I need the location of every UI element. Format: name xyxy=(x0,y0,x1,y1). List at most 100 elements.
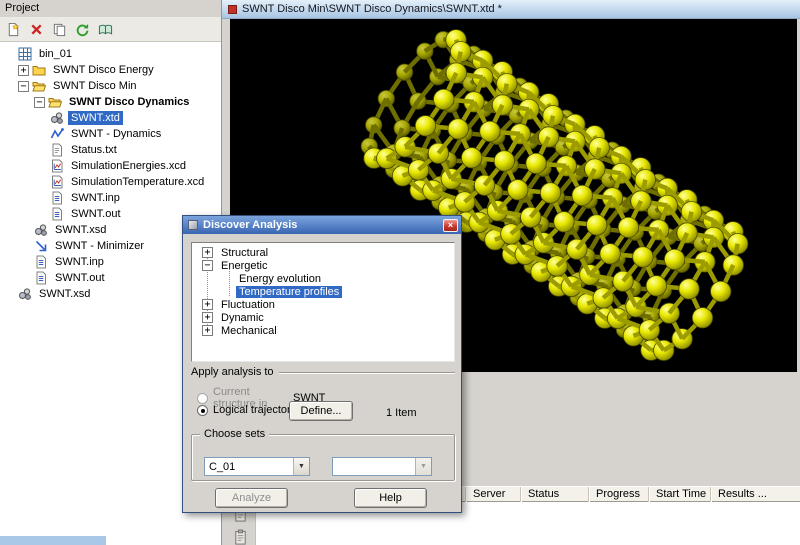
item-label: SWNT Disco Energy xyxy=(53,64,154,76)
project-panel-title: Project xyxy=(0,0,221,17)
clipboard-button[interactable] xyxy=(230,527,250,545)
library-icon[interactable] xyxy=(95,19,116,39)
project-item-bin-01[interactable]: bin_01 xyxy=(0,46,220,62)
item-label: SWNT.out xyxy=(71,208,121,220)
item-label: Dynamic xyxy=(221,311,264,324)
viewer-titlebar[interactable]: SWNT Disco Min\SWNT Disco Dynamics\SWNT.… xyxy=(222,0,800,19)
close-icon[interactable]: × xyxy=(443,218,458,232)
divider xyxy=(278,372,455,374)
project-item-swnt-inp[interactable]: SWNT.inp xyxy=(0,190,220,206)
molecule-icon xyxy=(50,111,64,125)
inp-icon xyxy=(34,271,48,285)
refresh-icon[interactable] xyxy=(72,19,93,39)
project-item-swnt-disco-min[interactable]: − SWNT Disco Min xyxy=(0,78,220,94)
new-document-icon[interactable] xyxy=(3,19,24,39)
delete-icon[interactable] xyxy=(26,19,47,39)
viewer-title: SWNT Disco Min\SWNT Disco Dynamics\SWNT.… xyxy=(242,3,502,15)
folder-open-icon xyxy=(48,95,62,109)
inp-icon xyxy=(50,191,64,205)
project-item-swnt-disco-energy[interactable]: + SWNT Disco Energy xyxy=(0,62,220,78)
jobs-column-server[interactable]: Server xyxy=(465,487,520,502)
item-label: Mechanical xyxy=(221,324,277,337)
project-item-simulationtemperature-xcd[interactable]: SimulationTemperature.xcd xyxy=(0,174,220,190)
item-label: SWNT.inp xyxy=(55,256,104,268)
choose-sets-group: Choose sets C_01 ▼ ▼ xyxy=(191,428,455,481)
item-label: Energetic xyxy=(221,259,268,272)
collapse-icon[interactable]: − xyxy=(202,260,213,271)
item-label: SWNT - Minimizer xyxy=(55,240,145,252)
apply-analysis-section-label: Apply analysis to xyxy=(191,366,455,378)
help-button[interactable]: Help xyxy=(354,488,427,508)
project-item-simulationenergies-xcd[interactable]: SimulationEnergies.xcd xyxy=(0,158,220,174)
choose-sets-label: Choose sets xyxy=(200,428,270,440)
chart-icon xyxy=(50,159,64,173)
inp-icon xyxy=(34,255,48,269)
item-label: SWNT.out xyxy=(55,272,105,284)
discover-analysis-dialog: Discover Analysis × + Structural − Energeti… xyxy=(182,215,462,513)
expand-icon[interactable]: + xyxy=(202,299,213,310)
current-structure-radio[interactable] xyxy=(197,392,208,404)
dialog-titlebar[interactable]: Discover Analysis × xyxy=(183,216,461,234)
chevron-down-icon[interactable]: ▼ xyxy=(293,458,309,475)
apply-analysis-text: Apply analysis to xyxy=(191,366,274,378)
item-label: SWNT.inp xyxy=(71,192,120,204)
project-toolbar xyxy=(0,17,221,42)
item-label: Temperature profiles xyxy=(236,285,343,298)
item-label: Energy evolution xyxy=(239,272,321,285)
molecule-icon xyxy=(18,287,32,301)
inp-icon xyxy=(50,207,64,221)
expand-icon[interactable]: + xyxy=(18,64,29,76)
dialog-icon xyxy=(188,220,198,230)
collapse-icon[interactable]: − xyxy=(34,96,45,108)
set-dropdown[interactable]: C_01 ▼ xyxy=(204,457,310,476)
chevron-down-icon: ▼ xyxy=(415,458,431,475)
project-item-swnt-xtd[interactable]: SWNT.xtd xyxy=(0,110,220,126)
chart-icon xyxy=(50,175,64,189)
txt-icon xyxy=(50,143,64,157)
grid-icon xyxy=(18,47,32,61)
item-label: SWNT - Dynamics xyxy=(71,128,162,140)
minimizer-icon xyxy=(34,239,48,253)
item-label: Structural xyxy=(221,246,269,259)
item-label: bin_01 xyxy=(39,48,73,60)
analysis-item-dynamic[interactable]: + Dynamic xyxy=(192,311,454,324)
logical-trajectory-label: Logical trajectory xyxy=(213,404,297,416)
logical-trajectory-radio[interactable] xyxy=(197,404,208,416)
project-item-swnt-dynamics[interactable]: SWNT - Dynamics xyxy=(0,126,220,142)
analysis-item-energy-evolution[interactable]: Energy evolution xyxy=(192,272,454,285)
item-label: Fluctuation xyxy=(221,298,275,311)
application-window: SWNT Disco Min\SWNT Disco Dynamics\SWNT.… xyxy=(0,0,800,545)
jobs-column-progress[interactable]: Progress xyxy=(588,487,648,502)
analysis-tree: + Structural − Energetic Energy evolution Tem… xyxy=(191,242,455,362)
expand-icon[interactable]: + xyxy=(202,312,213,323)
item-label: SWNT.xtd xyxy=(68,111,123,125)
dialog-title: Discover Analysis xyxy=(203,219,298,231)
project-item-swnt-disco-dynamics[interactable]: − SWNT Disco Dynamics xyxy=(0,94,220,110)
item-label: Status.txt xyxy=(71,144,117,156)
expand-icon[interactable]: + xyxy=(202,247,213,258)
set-dropdown-value: C_01 xyxy=(209,460,236,473)
item-count: 1 Item xyxy=(386,407,417,419)
item-label: SWNT Disco Dynamics xyxy=(69,96,190,108)
project-item-status-txt[interactable]: Status.txt xyxy=(0,142,220,158)
expand-icon[interactable]: + xyxy=(202,325,213,336)
analysis-item-fluctuation[interactable]: + Fluctuation xyxy=(192,298,454,311)
copy-icon[interactable] xyxy=(49,19,70,39)
analysis-item-temperature-profiles[interactable]: Temperature profiles xyxy=(192,285,454,298)
jobs-column-start-time[interactable]: Start Time xyxy=(648,487,710,502)
analyze-button[interactable]: Analyze xyxy=(215,488,288,508)
tree-guide-line xyxy=(229,269,230,296)
analysis-item-structural[interactable]: + Structural xyxy=(192,246,454,259)
item-label: SWNT Disco Min xyxy=(53,80,137,92)
document-icon xyxy=(228,4,237,14)
logical-trajectory-row: Logical trajectory xyxy=(197,404,296,416)
define-button[interactable]: Define... xyxy=(289,401,353,421)
collapse-icon[interactable]: − xyxy=(18,80,29,92)
jobs-column-results[interactable]: Results ... xyxy=(710,487,800,502)
dynamics-icon xyxy=(50,127,64,141)
jobs-column-status[interactable]: Status xyxy=(520,487,588,502)
analysis-item-energetic[interactable]: − Energetic xyxy=(192,259,454,272)
secondary-set-dropdown[interactable]: ▼ xyxy=(332,457,432,476)
folder-open-icon xyxy=(32,79,46,93)
analysis-item-mechanical[interactable]: + Mechanical xyxy=(192,324,454,337)
